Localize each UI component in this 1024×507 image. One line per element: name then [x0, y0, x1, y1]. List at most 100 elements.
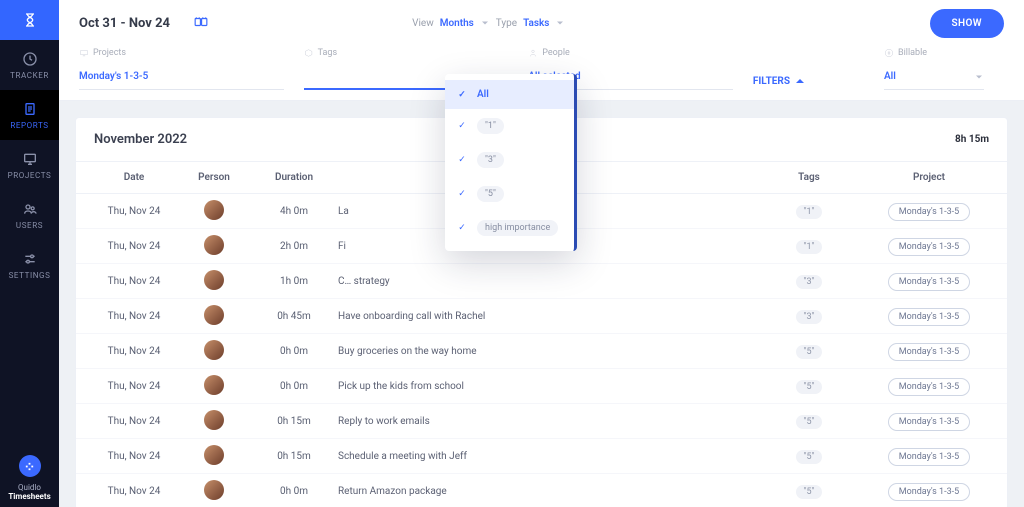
- cell-tags: "5": [749, 346, 869, 357]
- avatar: [204, 270, 224, 290]
- cell-tags: "5": [749, 381, 869, 392]
- cell-person: [174, 200, 254, 223]
- avatar: [204, 200, 224, 220]
- table-row[interactable]: Thu, Nov 24 0h 45mHave onboarding call wi…: [76, 299, 1007, 334]
- nav-label: PROJECTS: [8, 171, 52, 180]
- cell-project: Monday's 1-3-5: [869, 241, 989, 252]
- date-range[interactable]: Oct 31 - Nov 24: [79, 16, 170, 31]
- cell-date: Thu, Nov 24: [94, 241, 174, 252]
- avatar: [204, 480, 224, 500]
- nav-label: TRACKER: [10, 71, 49, 80]
- cell-duration: 0h 15m: [254, 416, 334, 427]
- cell-duration: 0h 0m: [254, 381, 334, 392]
- cell-person: [174, 445, 254, 468]
- cell-date: Thu, Nov 24: [94, 416, 174, 427]
- cell-task: Schedule a meeting with Jeff: [334, 451, 749, 462]
- tags-option[interactable]: ✓ "3": [445, 143, 574, 177]
- clock-icon: [22, 51, 38, 67]
- type-select[interactable]: Tasks: [523, 18, 565, 29]
- cell-project: Monday's 1-3-5: [869, 311, 989, 322]
- nav-reports[interactable]: REPORTS: [0, 90, 59, 140]
- view-label: View: [412, 18, 434, 29]
- view-select[interactable]: Months: [440, 18, 490, 29]
- billable-value[interactable]: All: [884, 64, 984, 90]
- logo-icon: [0, 0, 59, 40]
- avatar: [204, 340, 224, 360]
- cell-task: C… strategy: [334, 276, 749, 287]
- type-label: Type: [496, 18, 517, 29]
- people-icon: [528, 48, 538, 58]
- nav-settings[interactable]: SETTINGS: [0, 240, 59, 290]
- col-duration-head: Duration: [254, 172, 334, 183]
- cell-date: Thu, Nov 24: [94, 346, 174, 357]
- calendar-range-icon[interactable]: [194, 16, 208, 31]
- check-icon: ✓: [457, 155, 467, 165]
- table-row[interactable]: Thu, Nov 240h 15mReply to work emails"5"…: [76, 404, 1007, 439]
- tags-icon: [304, 48, 314, 58]
- option-label: high importance: [477, 220, 558, 236]
- table-row[interactable]: Thu, Nov 241h 0mC… strategy"3"Monday's 1…: [76, 264, 1007, 299]
- cell-project: Monday's 1-3-5: [869, 381, 989, 392]
- avatar: [204, 445, 224, 465]
- cell-person: [174, 480, 254, 503]
- table-row[interactable]: Thu, Nov 240h 15mSchedule a meeting with…: [76, 439, 1007, 474]
- cell-person: [174, 270, 254, 293]
- nav-tracker[interactable]: TRACKER: [0, 40, 59, 90]
- cell-project: Monday's 1-3-5: [869, 416, 989, 427]
- cell-duration: 0h 15m: [254, 451, 334, 462]
- cell-tags: "3": [749, 311, 869, 322]
- table-row[interactable]: Thu, Nov 240h 0mBuy groceries on the way…: [76, 334, 1007, 369]
- cell-project: Monday's 1-3-5: [869, 486, 989, 497]
- cell-person: [174, 375, 254, 398]
- filters-toggle[interactable]: FILTERS: [753, 76, 804, 87]
- report-icon: [22, 101, 38, 117]
- avatar: [204, 305, 224, 325]
- cell-task: Have onboarding call with Rachel: [334, 311, 749, 322]
- nav-users[interactable]: USERS: [0, 190, 59, 240]
- option-label: All: [477, 89, 489, 100]
- avatar: [204, 375, 224, 395]
- cell-duration: 2h 0m: [254, 241, 334, 252]
- projects-icon: [79, 48, 89, 58]
- cell-project: Monday's 1-3-5: [869, 206, 989, 217]
- option-label: "3": [477, 152, 504, 168]
- cell-tags: "3": [749, 276, 869, 287]
- col-person-head: Person: [174, 172, 254, 183]
- cell-tags: "5": [749, 416, 869, 427]
- tags-option[interactable]: ✓"5": [445, 177, 574, 211]
- cell-task: Buy groceries on the way home: [334, 346, 749, 357]
- cell-project: Monday's 1-3-5: [869, 451, 989, 462]
- sliders-icon: [22, 251, 38, 267]
- cell-person: [174, 305, 254, 328]
- col-tags-head: Tags: [749, 172, 869, 183]
- cell-project: Monday's 1-3-5: [869, 346, 989, 357]
- cell-tags: "5": [749, 486, 869, 497]
- cell-date: Thu, Nov 24: [94, 311, 174, 322]
- nav-label: REPORTS: [10, 121, 48, 130]
- check-icon: ✓: [457, 90, 467, 100]
- nav-projects[interactable]: PROJECTS: [0, 140, 59, 190]
- cell-duration: 0h 45m: [254, 311, 334, 322]
- option-label: "1": [477, 118, 504, 134]
- billable-icon: [884, 48, 894, 58]
- cell-date: Thu, Nov 24: [94, 276, 174, 287]
- guide-link[interactable]: Quidlo Timesheets: [8, 455, 50, 507]
- show-button[interactable]: SHOW: [930, 9, 1004, 38]
- tags-option[interactable]: ✓ "1": [445, 109, 574, 143]
- avatar: [204, 235, 224, 255]
- check-icon: ✓: [457, 121, 467, 131]
- filter-projects[interactable]: Projects Monday's 1-3-5: [79, 42, 284, 90]
- table-row[interactable]: Thu, Nov 240h 0mReturn Amazon package"5"…: [76, 474, 1007, 507]
- tags-option[interactable]: ✓high importance: [445, 211, 574, 245]
- cell-task: Return Amazon package: [334, 486, 749, 497]
- tags-option-all[interactable]: ✓ All: [445, 80, 574, 109]
- projects-value[interactable]: Monday's 1-3-5: [79, 64, 284, 90]
- report-title: November 2022: [94, 132, 187, 147]
- cell-duration: 1h 0m: [254, 276, 334, 287]
- filter-billable[interactable]: Billable All: [884, 42, 984, 90]
- cell-date: Thu, Nov 24: [94, 486, 174, 497]
- guide-label: Timesheets: [8, 492, 50, 501]
- cell-person: [174, 235, 254, 258]
- table-row[interactable]: Thu, Nov 240h 0mPick up the kids from sc…: [76, 369, 1007, 404]
- col-project-head: Project: [869, 172, 989, 183]
